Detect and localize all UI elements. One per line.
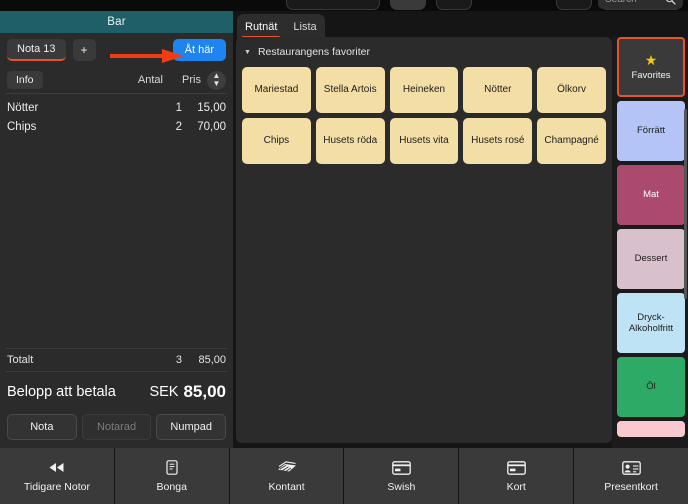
cash-button[interactable]: Kontant (229, 448, 344, 504)
order-line[interactable]: Nötter 1 15,00 (0, 98, 233, 117)
order-line-qty: 2 (175, 120, 182, 133)
product-tile[interactable]: Husets röda (315, 118, 385, 164)
total-row: Totalt 3 85,00 (0, 349, 233, 371)
star-icon: ★ (644, 51, 658, 68)
bonga-button[interactable]: Bonga (114, 448, 229, 504)
category-label: Dessert (634, 253, 668, 265)
giftcard-icon (621, 460, 641, 476)
payment-label: Swish (387, 480, 416, 493)
category-ol[interactable]: Öl (617, 357, 685, 417)
category-label: Dryck-Alkoholfritt (628, 311, 674, 334)
caret-down-icon[interactable]: ▼ (244, 49, 251, 56)
search-box[interactable]: Search (598, 0, 683, 9)
product-tile[interactable]: Champagné (537, 118, 606, 164)
order-columns-header: Info Antal Pris ▲ ▼ (0, 67, 233, 93)
order-lines: Nötter 1 15,00 Chips 2 70,00 (0, 98, 233, 136)
receipt-icon (166, 460, 178, 476)
product-section-title: Restaurangens favoriter (257, 46, 370, 58)
previous-notes-button[interactable]: Tidigare Notor (0, 448, 114, 504)
giftcard-button[interactable]: Presentkort (574, 448, 688, 504)
order-panel-title: Bar (0, 11, 233, 33)
category-dryck-alkoholfritt[interactable]: Dryck-Alkoholfritt (617, 293, 685, 353)
top-chrome-pill-4[interactable] (556, 0, 592, 10)
search-input[interactable]: Search (605, 0, 661, 5)
order-action-buttons: Nota Notarad Numpad (0, 414, 233, 448)
order-line-price: 15,00 (197, 101, 226, 114)
column-qty-label: Antal (137, 74, 163, 86)
search-icon (666, 0, 676, 5)
category-label: Förrätt (637, 125, 665, 137)
category-rail: ★ Favorites Förrätt Mat Dessert Dryck-Al… (612, 37, 688, 448)
order-line-qty: 1 (175, 101, 182, 114)
order-line[interactable]: Chips 2 70,00 (0, 117, 233, 136)
main-area: Rutnät Lista Search ▼ Restaurangens favo… (233, 0, 688, 448)
order-line-name: Chips (7, 120, 37, 133)
rewind-icon (48, 460, 65, 476)
product-section-header[interactable]: ▼ Restaurangens favoriter (242, 43, 606, 61)
product-tile[interactable]: Ölkorv (537, 67, 606, 113)
total-price: 85,00 (198, 354, 226, 366)
payment-label: Tidigare Notor (23, 480, 90, 493)
order-totals: Totalt 3 85,00 Belopp att betala SEK 85,… (0, 348, 233, 448)
category-dessert[interactable]: Dessert (617, 229, 685, 289)
product-tile[interactable]: Nötter (463, 67, 533, 113)
total-label: Totalt (7, 354, 34, 366)
numpad-button[interactable]: Numpad (156, 414, 227, 440)
top-chrome-pill-2[interactable] (390, 0, 426, 10)
amount-due-label: Belopp att betala (7, 384, 116, 400)
add-nota-button[interactable]: + (72, 39, 96, 61)
card-icon (506, 460, 526, 476)
cash-icon (277, 460, 297, 476)
product-tile[interactable]: Chips (242, 118, 311, 164)
card-button[interactable]: Kort (459, 448, 574, 504)
payment-label: Kort (506, 480, 526, 493)
order-line-name: Nötter (7, 101, 39, 114)
nota-button[interactable]: Nota (7, 414, 77, 440)
amount-due-value: 85,00 (183, 382, 226, 401)
category-favorites[interactable]: ★ Favorites (617, 37, 685, 97)
product-grid-panel: ▼ Restaurangens favoriter Mariestad Stel… (236, 37, 612, 443)
payment-label: Kontant (268, 480, 305, 493)
amount-due-row: Belopp att betala SEK 85,00 (0, 372, 233, 414)
category-label: Mat (643, 189, 659, 201)
category-forratt[interactable]: Förrätt (617, 101, 685, 161)
product-tile[interactable]: Heineken (389, 67, 459, 113)
payment-label: Bonga (156, 480, 187, 493)
card-icon (392, 460, 411, 476)
header-divider (6, 93, 227, 94)
top-chrome-pill-3[interactable] (436, 0, 472, 10)
nota-tab-button[interactable]: Nota 13 (7, 39, 66, 61)
product-tiles: Mariestad Stella Artois Heineken Nötter … (242, 67, 606, 164)
payment-bar: Tidigare Notor Bonga Kontant Swish Kort … (0, 448, 688, 504)
order-line-price: 70,00 (197, 120, 226, 133)
category-label: Favorites (631, 69, 671, 81)
product-tile[interactable]: Husets vita (389, 118, 459, 164)
swish-button[interactable]: Swish (344, 448, 459, 504)
product-tile[interactable]: Stella Artois (315, 67, 385, 113)
sort-updown-icon[interactable]: ▲ ▼ (207, 70, 226, 90)
total-qty: 3 (175, 354, 182, 366)
order-toolbar: Nota 13 + Åt här (0, 33, 233, 67)
order-panel: Bar Nota 13 + Åt här Info Antal Pris ▲ ▼ … (0, 11, 233, 448)
category-label: Öl (646, 381, 656, 393)
product-tile[interactable]: Mariestad (242, 67, 311, 113)
info-button[interactable]: Info (7, 71, 43, 89)
pos-app: Bar Nota 13 + Åt här Info Antal Pris ▲ ▼ … (0, 0, 688, 504)
amount-due-currency: SEK (149, 384, 179, 400)
product-tile[interactable]: Husets rosé (463, 118, 533, 164)
window-top-chrome (0, 0, 688, 11)
dine-in-button[interactable]: Åt här (172, 39, 226, 61)
payment-label: Presentkort (604, 480, 658, 493)
category-scrollbar[interactable] (684, 109, 687, 299)
notarad-button: Notarad (81, 414, 152, 440)
column-price-label: Pris (182, 74, 201, 86)
category-mat[interactable]: Mat (617, 165, 685, 225)
top-chrome-pill-1[interactable] (286, 0, 380, 10)
category-partial[interactable] (617, 421, 685, 437)
